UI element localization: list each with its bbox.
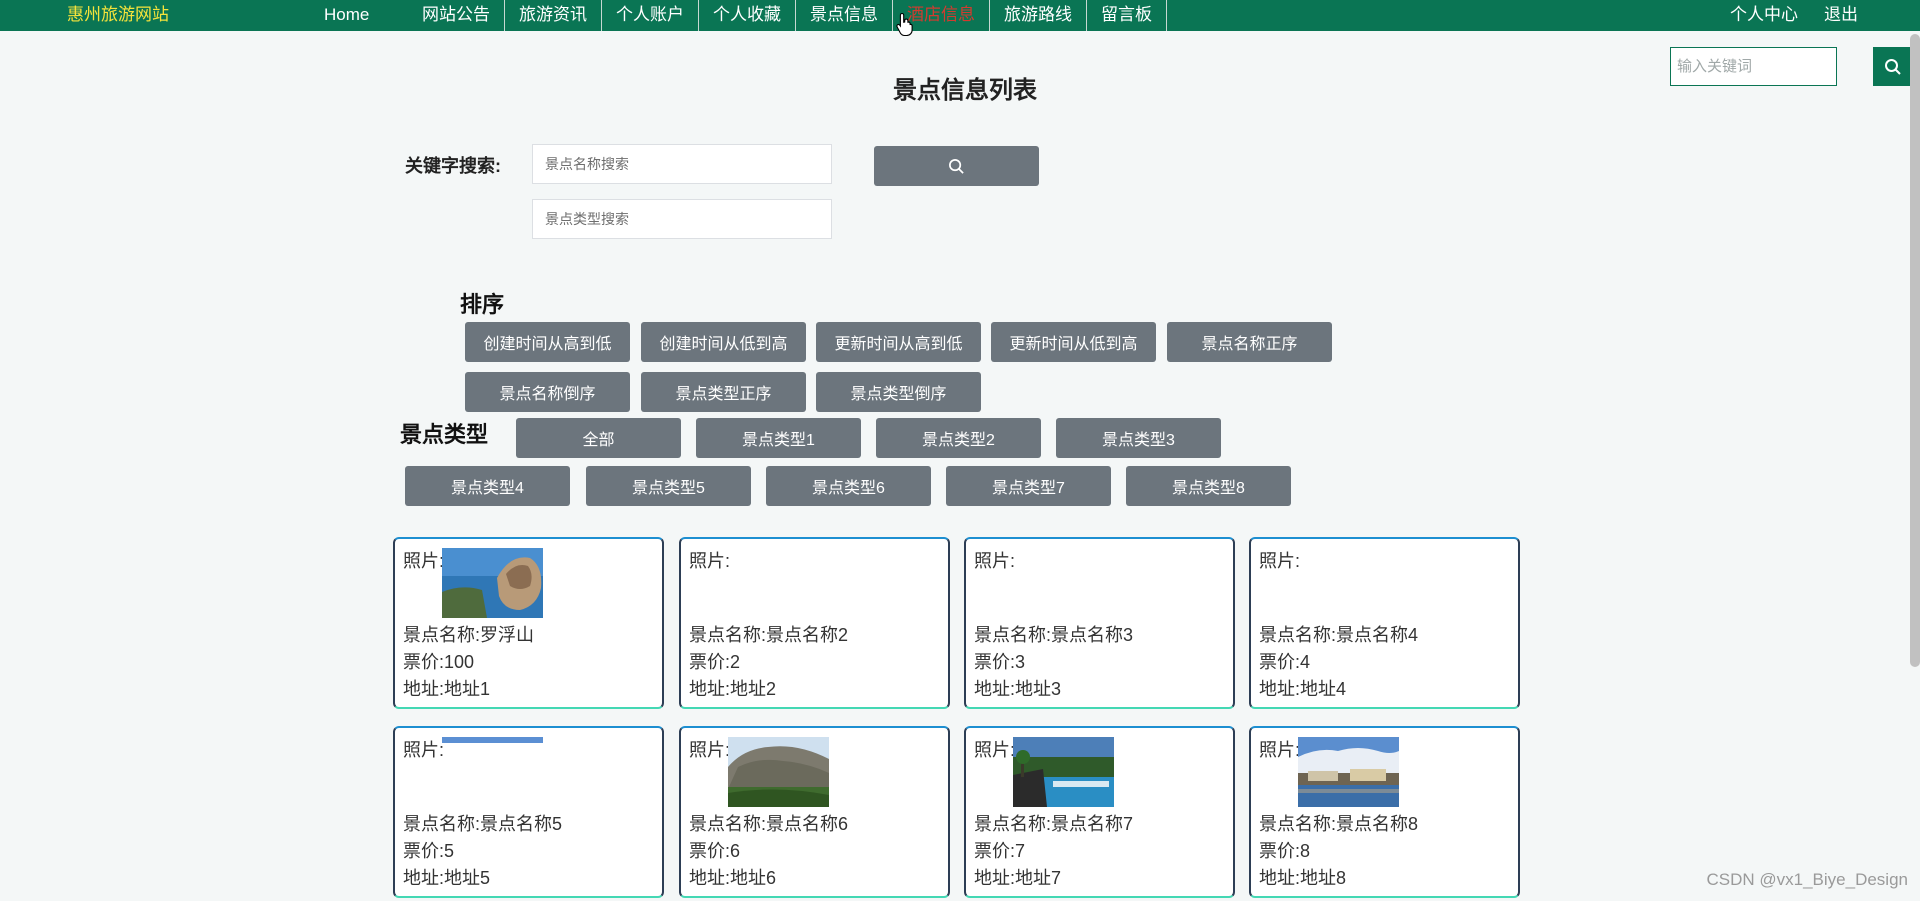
attraction-name: 景点名称:景点名称3 (974, 625, 1134, 645)
top-navbar: 惠州旅游网站 Home 网站公告 旅游资讯 个人账户 个人收藏 景点信息 酒店信… (0, 0, 1920, 31)
attraction-name: 景点名称:景点名称4 (1259, 625, 1419, 645)
attraction-address: 地址:地址8 (1259, 868, 1347, 888)
photo-label: 照片: (689, 551, 731, 571)
sort-type-desc-button[interactable]: 景点类型倒序 (816, 372, 981, 412)
sort-name-asc-button[interactable]: 景点名称正序 (1167, 322, 1332, 362)
attraction-price: 票价:7 (974, 841, 1026, 861)
nav-personal-center[interactable]: 个人中心 (1730, 3, 1798, 27)
photo-label: 照片: (1259, 740, 1301, 760)
photo-label: 照片: (974, 740, 1016, 760)
attraction-price: 票价:3 (974, 652, 1026, 672)
type-filter-7-button[interactable]: 景点类型7 (946, 466, 1111, 506)
attraction-address: 地址:地址4 (1259, 679, 1347, 699)
sort-updated-asc-button[interactable]: 更新时间从低到高 (991, 322, 1156, 362)
attraction-name: 景点名称:景点名称5 (403, 814, 563, 834)
sort-label: 排序 (460, 292, 505, 317)
attraction-card[interactable]: 照片: 景点名称:景点名称5 票价:5 地址:地址5 (393, 726, 664, 898)
attraction-card[interactable]: 照片: 景点名称:景点名称2 票价:2 地址:地址2 (679, 537, 950, 709)
sort-updated-desc-button[interactable]: 更新时间从高到低 (816, 322, 981, 362)
type-filter-all-button[interactable]: 全部 (516, 418, 681, 458)
nav-item-routes[interactable]: 旅游路线 (990, 0, 1087, 31)
type-filter-8-button[interactable]: 景点类型8 (1126, 466, 1291, 506)
attraction-photo[interactable] (1013, 737, 1114, 807)
attraction-address: 地址:地址1 (403, 679, 491, 699)
attraction-card[interactable]: 照片: 景点名称:景点名称6 票价:6 地址:地址6 (679, 726, 950, 898)
photo-label: 照片: (689, 740, 731, 760)
attraction-name: 景点名称:景点名称8 (1259, 814, 1419, 834)
attraction-card[interactable]: 照片: 景点名称:景点名称7 票价:7 地址:地址7 (964, 726, 1235, 898)
photo-label: 照片: (974, 551, 1016, 571)
attraction-name-search-input[interactable] (532, 144, 832, 184)
attraction-name: 景点名称:景点名称2 (689, 625, 849, 645)
keyword-search-button[interactable] (874, 146, 1039, 186)
type-filter-3-button[interactable]: 景点类型3 (1056, 418, 1221, 458)
nav-user-links: 个人中心 退出 (1730, 3, 1858, 27)
attraction-card[interactable]: 照片: 景点名称:罗浮山 票价:100 地址:地址1 (393, 537, 664, 709)
csdn-watermark: CSDN @vx1_Biye_Design (1706, 870, 1908, 889)
nav-logout[interactable]: 退出 (1824, 3, 1858, 27)
sort-created-asc-button[interactable]: 创建时间从低到高 (641, 322, 806, 362)
type-filter-6-button[interactable]: 景点类型6 (766, 466, 931, 506)
attraction-photo[interactable] (1298, 737, 1399, 807)
attraction-address: 地址:地址2 (689, 679, 777, 699)
sort-type-asc-button[interactable]: 景点类型正序 (641, 372, 806, 412)
site-brand[interactable]: 惠州旅游网站 (67, 3, 169, 27)
nav-item-travel-news[interactable]: 旅游资讯 (505, 0, 602, 31)
nav-item-message-board[interactable]: 留言板 (1087, 0, 1167, 31)
attraction-card[interactable]: 照片: 景点名称:景点名称3 票价:3 地址:地址3 (964, 537, 1235, 709)
sort-created-desc-button[interactable]: 创建时间从高到低 (465, 322, 630, 362)
attraction-type-label: 景点类型 (400, 422, 489, 447)
keyword-search-label: 关键字搜索: (405, 156, 501, 176)
attraction-price: 票价:100 (403, 652, 475, 672)
attraction-address: 地址:地址5 (403, 868, 491, 888)
attraction-name: 景点名称:景点名称6 (689, 814, 849, 834)
nav-menu: 网站公告 旅游资讯 个人账户 个人收藏 景点信息 酒店信息 旅游路线 留言板 (408, 0, 1167, 31)
attraction-address: 地址:地址6 (689, 868, 777, 888)
attraction-address: 地址:地址7 (974, 868, 1062, 888)
attraction-name: 景点名称:罗浮山 (403, 625, 535, 645)
attraction-price: 票价:8 (1259, 841, 1311, 861)
attraction-price: 票价:5 (403, 841, 455, 861)
type-filter-1-button[interactable]: 景点类型1 (696, 418, 861, 458)
attraction-card[interactable]: 照片: 景点名称:景点名称8 票价:8 地址:地址8 (1249, 726, 1520, 898)
photo-label: 照片: (403, 740, 445, 760)
page-title: 景点信息列表 (893, 77, 1037, 104)
nav-item-attractions[interactable]: 景点信息 (796, 0, 893, 31)
nav-home[interactable]: Home (324, 3, 369, 27)
attraction-card[interactable]: 照片: 景点名称:景点名称4 票价:4 地址:地址4 (1249, 537, 1520, 709)
attraction-address: 地址:地址3 (974, 679, 1062, 699)
search-icon (949, 158, 964, 174)
photo-label: 照片: (403, 551, 445, 571)
type-filter-2-button[interactable]: 景点类型2 (876, 418, 1041, 458)
attraction-price: 票价:6 (689, 841, 741, 861)
sort-name-desc-button[interactable]: 景点名称倒序 (465, 372, 630, 412)
hand-cursor-icon (896, 12, 913, 36)
attraction-name: 景点名称:景点名称7 (974, 814, 1134, 834)
nav-item-favorites[interactable]: 个人收藏 (699, 0, 796, 31)
attraction-photo[interactable] (728, 737, 829, 807)
attraction-price: 票价:4 (1259, 652, 1311, 672)
attraction-photo[interactable] (442, 737, 543, 743)
attraction-price: 票价:2 (689, 652, 741, 672)
photo-label: 照片: (1259, 551, 1301, 571)
type-filter-4-button[interactable]: 景点类型4 (405, 466, 570, 506)
page-scrollbar[interactable] (1910, 34, 1920, 667)
attraction-type-search-input[interactable] (532, 199, 832, 239)
type-filter-5-button[interactable]: 景点类型5 (586, 466, 751, 506)
nav-item-account[interactable]: 个人账户 (602, 0, 699, 31)
nav-item-announcements[interactable]: 网站公告 (408, 0, 505, 31)
attraction-photo[interactable] (442, 548, 543, 618)
